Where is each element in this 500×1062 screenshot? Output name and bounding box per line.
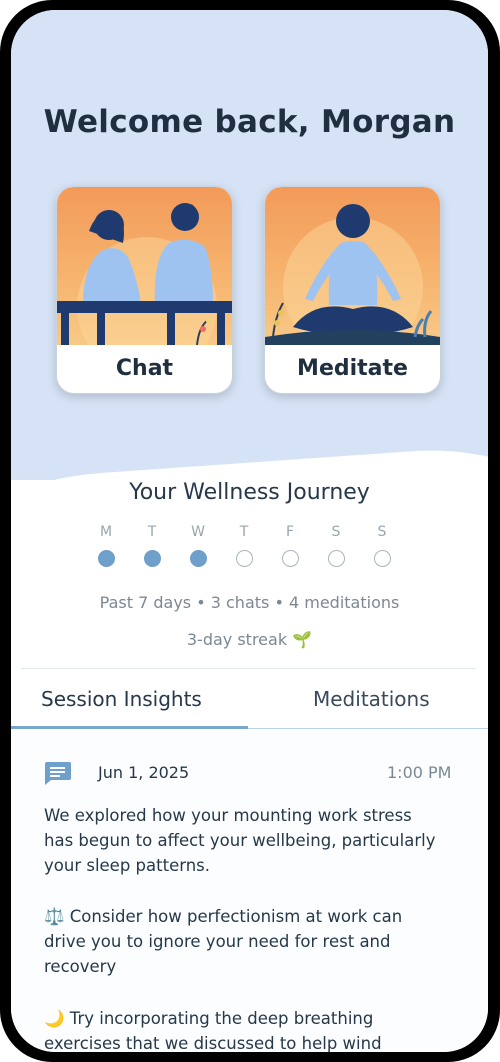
day-dot-empty [373,550,391,567]
day-dot-empty [281,550,299,567]
active-tab-indicator [11,726,248,729]
day-label: M [99,524,113,540]
section-divider [21,668,476,669]
journey-title: Your Wellness Journey [129,480,370,505]
session-time: 1:00 PM [387,763,452,782]
day-dot-complete [189,550,207,567]
chat-card[interactable]: Chat [56,186,233,394]
day-label: T [147,524,157,540]
welcome-heading: Welcome back, Morgan [43,104,456,140]
chat-card-label: Chat [115,356,174,381]
day-label: S [377,524,387,540]
insight-paragraph: 🌙 Try incorporating the deep breathing e… [44,1009,382,1052]
journey-stats: Past 7 days • 3 chats • 4 meditations [99,593,400,612]
day-dot-empty [327,550,345,567]
day-sunday: S [367,524,397,567]
meditate-card[interactable]: Meditate [264,186,441,394]
day-label: T [239,524,249,540]
day-monday: M [91,524,121,567]
day-label: S [331,524,341,540]
day-wednesday: W [183,524,213,567]
day-dot-empty [235,550,253,567]
bench-illustration [57,187,232,345]
day-thursday: T [229,524,259,567]
insight-paragraph: We explored how your mounting work stres… [44,806,436,875]
session-date: Jun 1, 2025 [98,763,190,782]
day-label: W [191,524,205,540]
chat-bubble-icon [42,760,72,786]
tab-meditations[interactable]: Meditations [313,687,430,711]
phone-frame: Welcome back, Morgan Chat Meditate Your … [0,0,500,1062]
day-dot-complete [143,550,161,567]
day-friday: F [275,524,305,567]
day-dot-complete [97,550,115,567]
meditation-illustration [265,187,440,345]
app-screen: Welcome back, Morgan Chat Meditate Your … [11,10,488,1052]
meditate-card-label: Meditate [297,356,408,381]
streak-badge: 3-day streak 🌱 [186,630,313,649]
insight-paragraph: ⚖️ Consider how perfectionism at work ca… [44,907,403,976]
tab-session-insights[interactable]: Session Insights [41,687,202,711]
day-saturday: S [321,524,351,567]
day-label: F [285,524,295,540]
day-tuesday: T [137,524,167,567]
tab-baseline [248,728,488,729]
weekday-tracker: M T W T F S S [91,524,411,584]
